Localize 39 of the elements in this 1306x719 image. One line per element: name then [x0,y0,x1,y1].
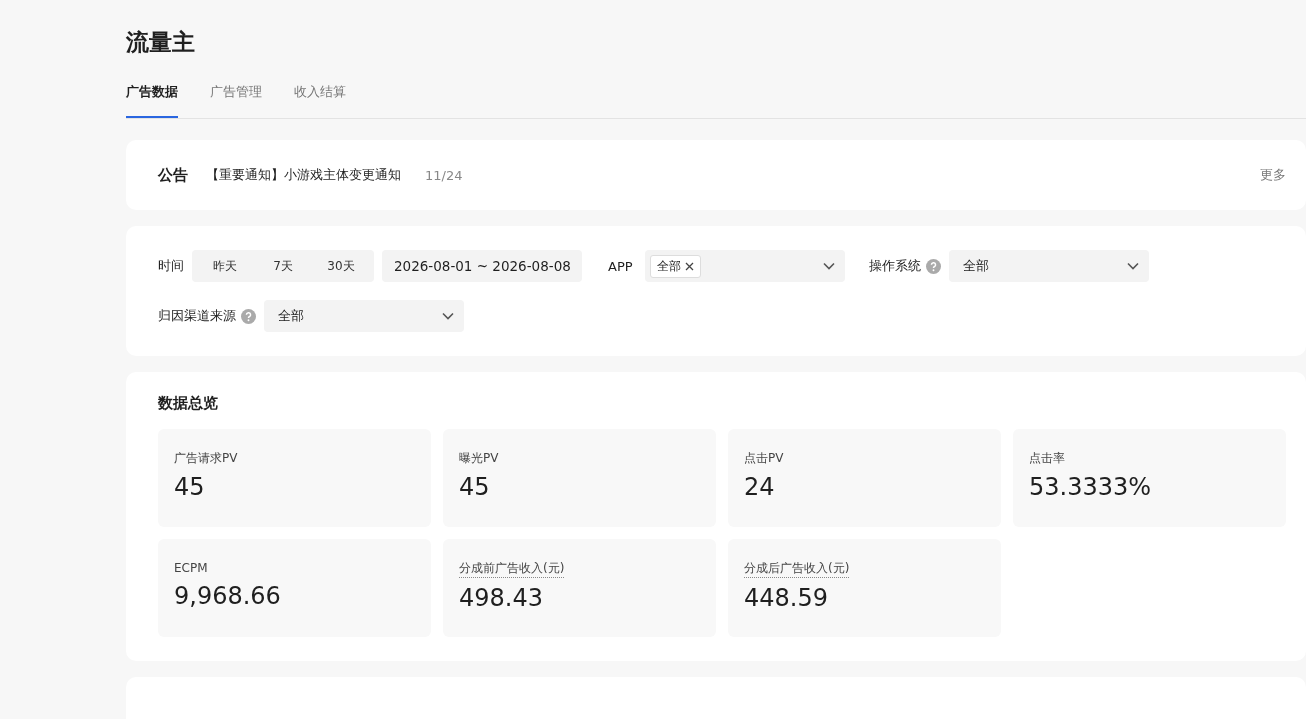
metric-label: 点击率 [1029,450,1065,467]
more-link[interactable]: 更多 [1260,166,1286,184]
chevron-down-icon [822,262,835,270]
date-range-field[interactable]: 2026-08-01 ~ 2026-08-08 [382,250,582,282]
metric-label: ECPM [174,561,208,575]
tab[interactable]: 收入结算 [294,80,346,118]
metric-value: 53.3333% [1029,473,1153,501]
metric-label: 广告请求PV [174,450,238,467]
time-option[interactable]: 30天 [312,250,370,282]
filter-label: 操作系统 [868,257,921,275]
metric-label: 分成后广告收入(元) [744,560,850,578]
metric-value: 498.43 [459,584,544,612]
tab[interactable]: 广告管理 [210,80,262,118]
metric-value: 448.59 [744,584,829,612]
notice-link[interactable]: 【重要通知】小游戏主体变更通知 [206,166,401,184]
metric-value: 9,968.66 [174,582,282,610]
metric-value: 24 [744,473,776,501]
notice-date: 11/24 [425,167,463,183]
page-title: 流量主 [126,28,196,57]
tab[interactable]: 广告数据 [126,80,178,118]
time-option[interactable]: 昨天 [196,250,254,282]
metric-value: 45 [174,473,206,501]
tag: 全部 [649,254,701,278]
select-field[interactable]: 全部 [948,250,1149,282]
metric-value: 45 [459,473,491,501]
select-field[interactable]: 全部 [644,250,845,282]
time-option[interactable]: 7天 [254,250,312,282]
section-title: 数据总览 [158,394,219,413]
metric-label: 点击PV [744,450,784,467]
close-icon[interactable] [684,261,694,271]
chevron-down-icon [1126,262,1139,270]
notice-label: 公告 [158,165,188,185]
filter-label: 时间 [158,257,184,275]
metric-label: 曝光PV [459,450,499,467]
chevron-down-icon [442,312,454,320]
filter-label: APP [608,258,633,274]
metric-label: 分成前广告收入(元) [459,560,565,578]
select-field[interactable]: 全部 [264,300,464,332]
filter-label: 归因渠道来源 [158,307,236,325]
